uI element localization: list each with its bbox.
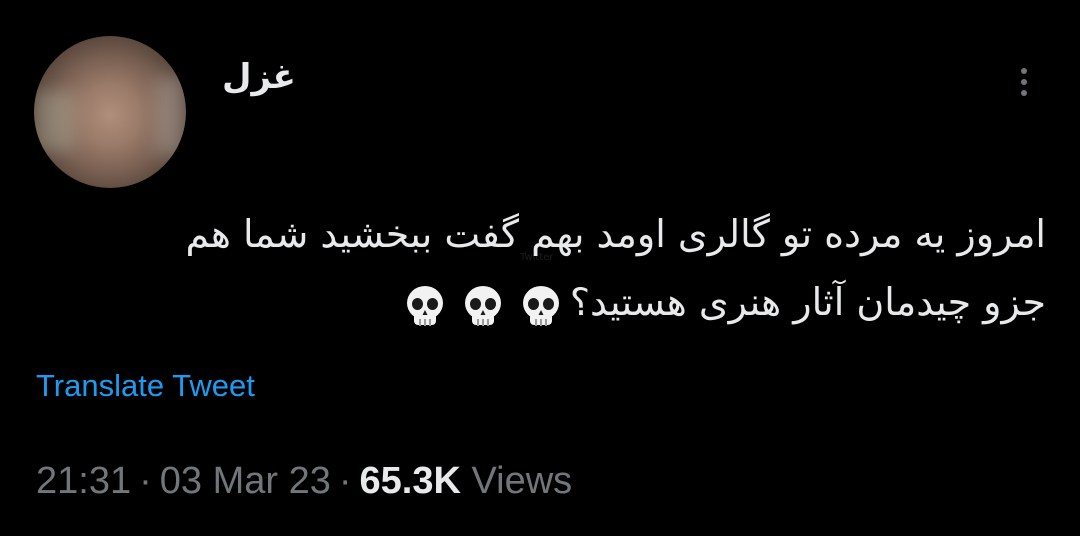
avatar[interactable] [34, 36, 186, 188]
meta-separator: · [338, 460, 352, 502]
more-dot [1021, 79, 1027, 85]
tweet-time[interactable]: 21:31 [36, 460, 131, 502]
more-options-icon[interactable] [1010, 62, 1038, 102]
translate-tweet-link[interactable]: Translate Tweet [36, 368, 255, 404]
tweet-date[interactable]: 03 Mar 23 [160, 460, 331, 502]
more-dot [1021, 90, 1027, 96]
meta-separator: · [139, 460, 152, 502]
skull-emoji [406, 286, 443, 326]
skull-emoji [522, 286, 559, 326]
avatar-blur-right [156, 76, 186, 156]
more-dot [1021, 68, 1027, 74]
tweet-text-line-2-wrap: جزو چیدمان آثار هنری هستید؟ [60, 268, 1046, 339]
tweet-text: امروز یه مرده تو گالری اومد بهم گفت ببخش… [60, 200, 1046, 339]
watermark: Twitter [520, 252, 554, 263]
skull-emoji-group [396, 271, 570, 339]
tweet-meta: 21:31 · 03 Mar 23 · 65.3K Views [36, 460, 572, 503]
tweet-text-line-2: جزو چیدمان آثار هنری هستید؟ [569, 280, 1046, 324]
skull-emoji [464, 286, 501, 326]
avatar-blur-left [34, 91, 74, 151]
author-display-name[interactable]: غزل [222, 60, 296, 94]
views-count[interactable]: 65.3K [360, 460, 461, 502]
views-label[interactable]: Views [471, 460, 572, 502]
